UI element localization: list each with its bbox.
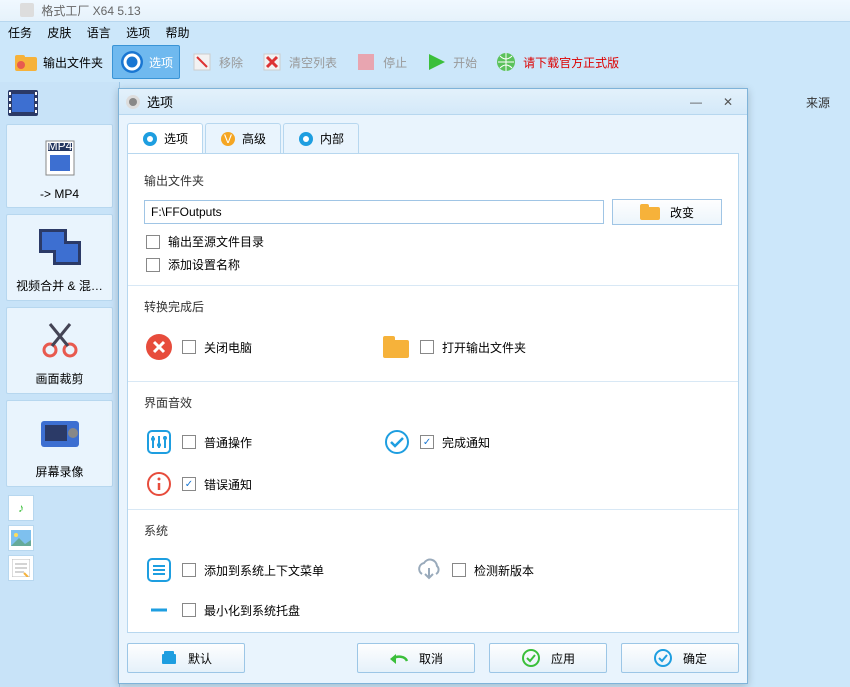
default-button[interactable]: 默认 xyxy=(127,643,245,673)
dialog-tabs: 选项 V 高级 内部 xyxy=(127,123,739,153)
ok-button[interactable]: 确定 xyxy=(621,643,739,673)
menu-bar: 任务 皮肤 语言 选项 帮助 xyxy=(0,22,850,42)
globe-icon xyxy=(493,49,519,75)
options-dialog: 选项 — ✕ 选项 V 高级 内部 输出文件夹 改变 xyxy=(118,88,748,684)
toolbar-remove[interactable]: 移除 xyxy=(182,45,250,79)
advanced-icon: V xyxy=(220,131,236,147)
tab-advanced[interactable]: V 高级 xyxy=(205,123,281,153)
change-folder-button[interactable]: 改变 xyxy=(612,199,722,225)
sliders-icon xyxy=(144,429,174,455)
scissors-icon xyxy=(11,316,108,364)
minimize-button[interactable]: — xyxy=(683,94,709,110)
sidebar-item-video-merge[interactable]: 视频合并 & 混… xyxy=(6,214,113,301)
sidebar-item-crop[interactable]: 画面裁剪 xyxy=(6,307,113,394)
minimize-icon xyxy=(144,599,174,621)
section-after-convert: 转换完成后 xyxy=(144,298,722,315)
undo-icon xyxy=(389,651,409,665)
toolbar-output-folder[interactable]: 输出文件夹 xyxy=(6,45,110,79)
app-titlebar: 格式工厂 X64 5.13 xyxy=(0,0,850,22)
sidebar-mini-items: ♪ xyxy=(4,495,115,581)
dialog-body: 输出文件夹 改变 输出至源文件目录 添加设置名称 转换完成后 关闭电脑 xyxy=(127,153,739,633)
svg-text:V: V xyxy=(224,132,232,146)
check-icon xyxy=(653,648,673,668)
tab-internal[interactable]: 内部 xyxy=(283,123,359,153)
dialog-titlebar: 选项 — ✕ xyxy=(119,89,747,115)
stop-icon xyxy=(353,49,379,75)
camera-icon xyxy=(11,409,108,457)
menu-options[interactable]: 选项 xyxy=(126,26,150,40)
tab-options[interactable]: 选项 xyxy=(127,123,203,153)
list-icon xyxy=(144,557,174,583)
toolbar: 输出文件夹 选项 移除 清空列表 停止 开始 请下载官方正式版 xyxy=(0,42,850,82)
toolbar-stop[interactable]: 停止 xyxy=(346,45,414,79)
play-icon xyxy=(423,49,449,75)
menu-help[interactable]: 帮助 xyxy=(165,26,189,40)
source-column-header: 来源 xyxy=(806,94,830,111)
category-video-icon[interactable] xyxy=(8,90,111,116)
checkbox-normal-ops[interactable] xyxy=(182,435,196,449)
svg-text:MP4: MP4 xyxy=(47,139,72,153)
checkbox-shutdown[interactable] xyxy=(182,340,196,354)
section-ui-sounds: 界面音效 xyxy=(144,394,722,411)
checkbox-minimize-tray[interactable] xyxy=(182,603,196,617)
checkbox-finish-notify[interactable]: ✓ xyxy=(420,435,434,449)
toolbar-options[interactable]: 选项 xyxy=(112,45,180,79)
dialog-title: 选项 xyxy=(147,92,173,111)
menu-tasks[interactable]: 任务 xyxy=(8,26,32,40)
mini-document-icon[interactable] xyxy=(8,555,34,581)
cloud-download-icon xyxy=(414,558,444,582)
apply-button[interactable]: 应用 xyxy=(489,643,607,673)
dialog-footer: 默认 取消 应用 确定 xyxy=(127,643,739,673)
section-output-folder: 输出文件夹 xyxy=(144,172,722,189)
menu-skin[interactable]: 皮肤 xyxy=(47,26,71,40)
mini-audio-icon[interactable]: ♪ xyxy=(8,495,34,521)
internal-icon xyxy=(298,131,314,147)
reset-icon xyxy=(160,650,178,666)
checkbox-open-output[interactable] xyxy=(420,340,434,354)
section-system: 系统 xyxy=(144,522,722,539)
toolbar-download[interactable]: 请下载官方正式版 xyxy=(486,45,626,79)
left-sidebar: MP4 -> MP4 视频合并 & 混… 画面裁剪 屏幕录像 ♪ xyxy=(0,82,120,687)
info-icon xyxy=(144,471,174,497)
check-circle-icon xyxy=(382,429,412,455)
shutdown-icon xyxy=(144,333,174,361)
checkbox-error-notify[interactable]: ✓ xyxy=(182,477,196,491)
checkbox-append-setting-name[interactable] xyxy=(146,258,160,272)
checkbox-context-menu[interactable] xyxy=(182,563,196,577)
checkbox-output-to-source[interactable] xyxy=(146,235,160,249)
video-merge-icon xyxy=(11,223,108,271)
gear-icon xyxy=(119,49,145,75)
sidebar-item-screen-record[interactable]: 屏幕录像 xyxy=(6,400,113,487)
toolbar-clear[interactable]: 清空列表 xyxy=(252,45,344,79)
cancel-button[interactable]: 取消 xyxy=(357,643,475,673)
remove-icon xyxy=(189,49,215,75)
gear-icon xyxy=(142,131,158,147)
folder-icon xyxy=(13,49,39,75)
mp4-icon: MP4 xyxy=(11,133,108,181)
mini-image-icon[interactable] xyxy=(8,525,34,551)
close-button[interactable]: ✕ xyxy=(715,94,741,110)
sidebar-item-mp4[interactable]: MP4 -> MP4 xyxy=(6,124,113,208)
app-title: 格式工厂 X64 5.13 xyxy=(41,4,140,18)
output-path-input[interactable] xyxy=(144,200,604,224)
dialog-icon xyxy=(125,94,141,110)
menu-language[interactable]: 语言 xyxy=(87,26,111,40)
folder-open-icon xyxy=(382,336,412,358)
clear-icon xyxy=(259,49,285,75)
check-icon xyxy=(521,648,541,668)
checkbox-check-update[interactable] xyxy=(452,563,466,577)
toolbar-start[interactable]: 开始 xyxy=(416,45,484,79)
folder-icon xyxy=(640,204,660,220)
